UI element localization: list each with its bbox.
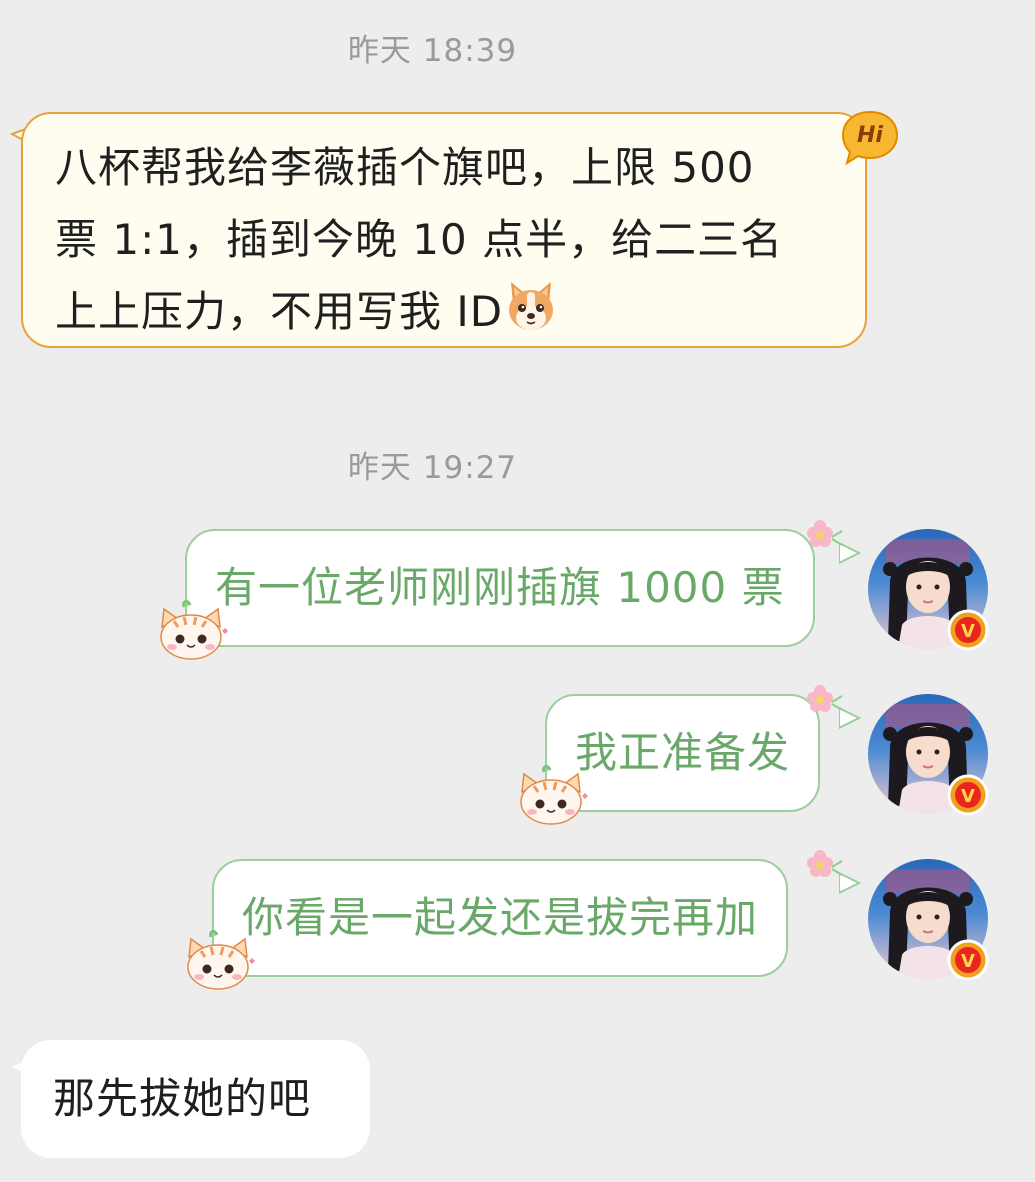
hi-badge-icon: Hi	[841, 110, 899, 166]
message-text: 那先拔她的吧	[53, 1074, 312, 1123]
verified-badge-icon: V	[947, 939, 989, 981]
message-line: 上上压力，不用写我 ID	[55, 276, 833, 348]
timestamp: 昨天 19:27	[347, 450, 518, 486]
svg-text:Hi: Hi	[857, 123, 883, 148]
svg-text:V: V	[961, 786, 975, 807]
svg-text:V: V	[961, 951, 975, 972]
cat-sticker-icon	[160, 599, 228, 660]
message-bubble-received[interactable]: 那先拔她的吧	[21, 1040, 370, 1158]
message-text: 你看是一起发还是拔完再加	[242, 893, 759, 942]
flower-icon	[807, 850, 843, 877]
cat-sticker-icon	[520, 764, 588, 825]
verified-badge-icon: V	[947, 609, 989, 651]
flower-icon	[807, 520, 843, 547]
message-text: 有一位老师刚刚插旗 1000 票	[215, 563, 785, 612]
dog-emoji-icon	[509, 282, 554, 330]
cat-sticker-icon	[187, 929, 255, 990]
message-bubble-received[interactable]: 八杯帮我给李薇插个旗吧，上限 500 票 1:1，插到今晚 10 点半，给二三名…	[21, 112, 867, 348]
message-line: 票 1:1，插到今晚 10 点半，给二三名	[55, 215, 784, 264]
svg-text:V: V	[961, 621, 975, 642]
message-bubble-sent[interactable]: 你看是一起发还是拔完再加	[212, 859, 789, 977]
flower-icon	[807, 685, 843, 712]
timestamp: 昨天 18:39	[347, 33, 518, 69]
verified-badge-icon: V	[947, 774, 989, 816]
message-text: 我正准备发	[575, 728, 791, 777]
message-line: 八杯帮我给李薇插个旗吧，上限 500	[55, 143, 755, 192]
message-bubble-sent[interactable]: 有一位老师刚刚插旗 1000 票	[185, 529, 815, 647]
